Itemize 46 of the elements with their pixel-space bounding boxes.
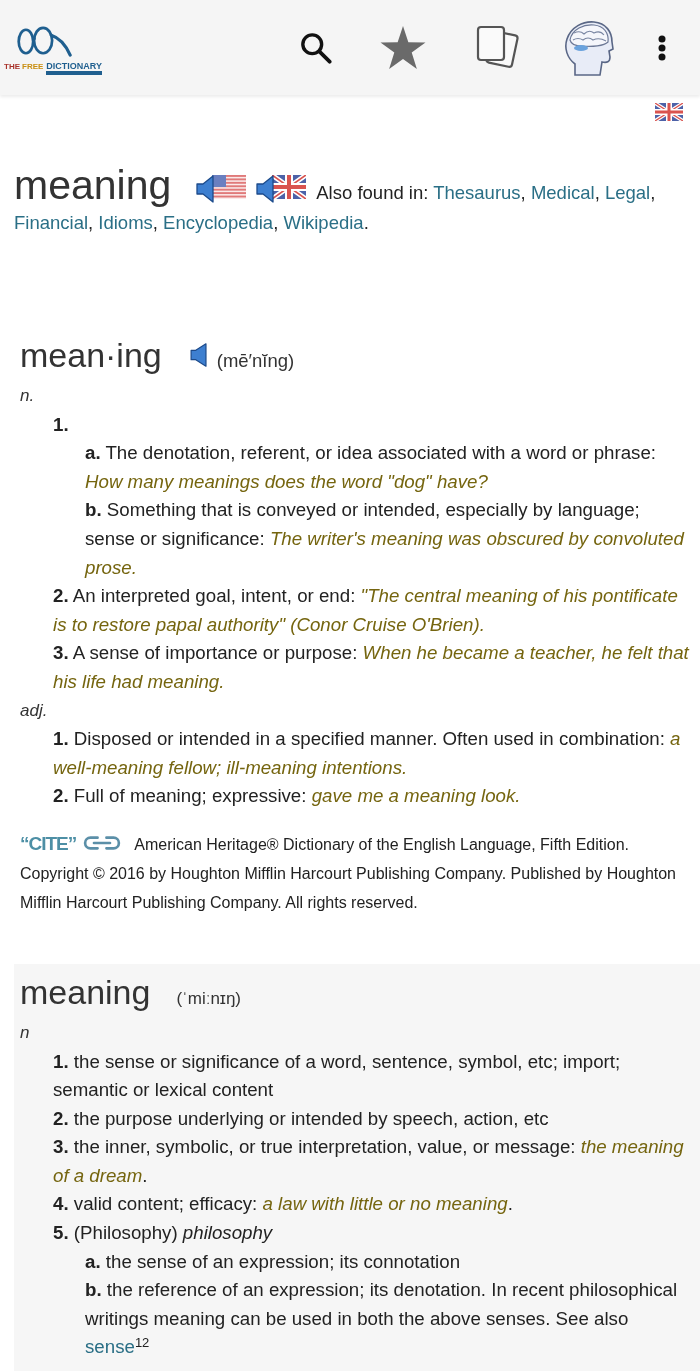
definition-text: 2. the purpose underlying or intended by speech, action, etc bbox=[53, 1106, 550, 1131]
definition-text: 4. valid content; efficacy: a law with little or no meaning. bbox=[53, 1192, 514, 1217]
part-of-speech: n bbox=[20, 1021, 30, 1044]
logo-text: FREE bbox=[22, 62, 44, 71]
entry-headword: meaning bbox=[20, 971, 151, 1013]
sense-number: 1. bbox=[53, 412, 69, 437]
definition-text: b. Something that is conveyed or intended, especially by language; sense or significance: The writer's meaning was obscured by convoluted prose. bbox=[85, 498, 686, 580]
logo-text: THE bbox=[4, 62, 20, 71]
reference-link[interactable]: Wikipedia. bbox=[283, 212, 369, 233]
glasses-icon bbox=[16, 24, 72, 59]
part-of-speech: adj. bbox=[20, 699, 48, 722]
definition-text: 3. A sense of importance or purpose: When he became a teacher, he felt that his life had meaning. bbox=[53, 641, 691, 694]
flag-icon[interactable] bbox=[655, 103, 683, 121]
definition-text: 3. the inner, symbolic, or true interpretation, value, or message: the meaning of a dream. bbox=[53, 1135, 685, 1188]
reference-link[interactable]: Medical, bbox=[530, 182, 600, 203]
speaker-icon[interactable] bbox=[188, 342, 209, 368]
part-of-speech: n. bbox=[20, 385, 35, 407]
logo-title: DICTIONARY bbox=[46, 61, 102, 75]
brain-head-icon[interactable] bbox=[562, 19, 614, 76]
also-found-label: Also found in: bbox=[316, 182, 429, 203]
reference-link[interactable]: Financial, bbox=[14, 212, 94, 233]
definition-text: 2. Full of meaning; expressive: gave me a meaning look. bbox=[53, 784, 522, 809]
definition-text: 2. An interpreted goal, intent, or end: "The central meaning of his pontificate is to restore papal authority" (Conor Cruise O'Brien). bbox=[53, 584, 679, 637]
reference-link[interactable]: Legal, bbox=[604, 182, 656, 203]
definition-text: 1. Disposed or intended in a specified manner. Often used in combination: a well-meaning fellow; ill-meaning intentions. bbox=[53, 727, 682, 780]
speaker-flag-icon[interactable] bbox=[256, 173, 307, 203]
definition-text: a. The denotation, referent, or idea associated with a word or phrase: How many meanings does the word "dog" have? bbox=[85, 441, 657, 494]
definition-text: b. the reference of an expression; its denotation. In recent philosophical writings meaning can be used in both the above senses. See also sense$^{12}$ bbox=[85, 1278, 679, 1360]
definition-text: 5. (Philosophy) philosophy bbox=[53, 1221, 274, 1246]
entry-headword: mean·ing bbox=[20, 335, 162, 376]
headword: meaning bbox=[14, 162, 172, 208]
search-icon[interactable] bbox=[300, 31, 332, 64]
link-icon[interactable] bbox=[82, 834, 123, 851]
reference-link[interactable]: Encyclopedia, bbox=[163, 212, 279, 233]
star-icon[interactable] bbox=[380, 25, 426, 70]
cards-icon[interactable] bbox=[476, 24, 522, 71]
cite-link[interactable]: “CITE” bbox=[20, 832, 77, 854]
citation-text: “CITE” American Heritage® Dictionary of the English Language, Fifth Edition. Copyright © 2016 by Houghton Mifflin Harcourt Publishing Company. Published by Houghton Mifflin Harcourt Publishing Company. All rights reserved. bbox=[20, 831, 677, 913]
cross-reference-link[interactable]: sense bbox=[85, 1336, 135, 1358]
speaker-flag-icon[interactable] bbox=[196, 173, 247, 203]
pronunciation: (mē′nĭng) bbox=[216, 349, 295, 373]
more-options-icon[interactable] bbox=[658, 34, 666, 61]
reference-link[interactable]: Idioms, bbox=[98, 212, 158, 233]
definition-text: a. the sense of an expression; its connotation bbox=[85, 1249, 462, 1274]
pronunciation: (ˈmiːnɪŋ) bbox=[176, 987, 242, 1010]
reference-link[interactable]: Thesaurus, bbox=[433, 182, 526, 203]
